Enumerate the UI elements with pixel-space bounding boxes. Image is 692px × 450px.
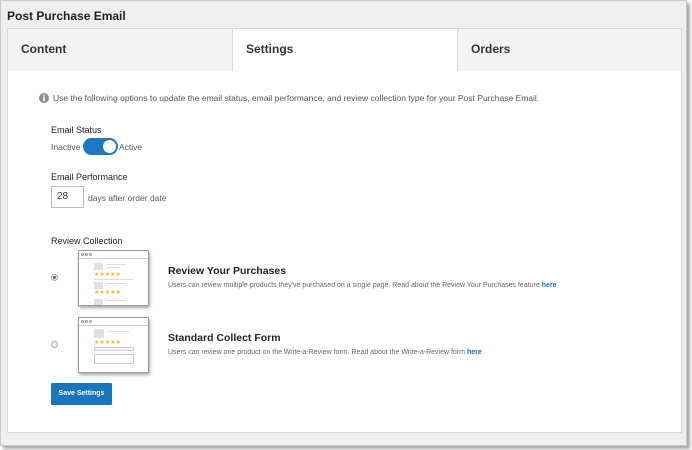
email-status-toggle[interactable]: [83, 138, 118, 155]
tab-bar: Content Settings Orders: [8, 29, 681, 72]
tab-content[interactable]: Content: [8, 29, 233, 71]
email-performance-label: Email Performance: [51, 172, 128, 182]
days-after-order-input[interactable]: 28: [51, 186, 84, 208]
standard-collect-form-description: Users can review one product on the Writ…: [168, 349, 482, 356]
toggle-knob: [103, 140, 116, 153]
review-your-purchases-preview[interactable]: ★★★★★ ★★★★★: [78, 250, 149, 306]
standard-collect-form-description-text: Users can review one product on the Writ…: [168, 349, 465, 356]
standard-collect-form-title: Standard Collect Form: [168, 332, 281, 344]
browser-dots-icon: [81, 320, 92, 323]
review-your-purchases-link[interactable]: here: [542, 282, 557, 289]
star-rating-icon: ★★★★★: [94, 272, 121, 278]
browser-dots-icon: [81, 253, 92, 256]
toggle-active-label: Active: [119, 142, 143, 152]
info-text: Use the following options to update the …: [53, 93, 540, 103]
toggle-inactive-label: Inactive: [51, 142, 81, 152]
radio-standard-collect-form[interactable]: [51, 341, 58, 348]
review-your-purchases-description: Users can review multiple products they'…: [168, 282, 557, 289]
save-settings-button[interactable]: Save Settings: [51, 383, 112, 405]
radio-review-your-purchases[interactable]: [51, 274, 58, 281]
email-status-label: Email Status: [51, 125, 102, 135]
days-suffix-label: days after order date: [88, 193, 167, 203]
info-circle-icon: i: [39, 93, 49, 103]
review-your-purchases-title: Review Your Purchases: [168, 265, 287, 277]
standard-collect-form-preview[interactable]: ★★★★★: [78, 317, 149, 373]
tab-orders[interactable]: Orders: [458, 29, 681, 71]
review-your-purchases-description-text: Users can review multiple products they'…: [168, 282, 540, 289]
window-title: Post Purchase Email: [7, 9, 126, 23]
standard-collect-form-link[interactable]: here: [467, 349, 482, 356]
star-rating-icon: ★★★★★: [94, 290, 121, 296]
info-message: i Use the following options to update th…: [39, 93, 539, 103]
star-rating-icon: ★★★★★: [94, 340, 121, 346]
tab-settings[interactable]: Settings: [233, 29, 458, 72]
settings-card: Content Settings Orders i Use the follow…: [7, 28, 682, 433]
window-frame: Post Purchase Email Content Settings Ord…: [0, 0, 687, 446]
review-collection-label: Review Collection: [51, 236, 123, 246]
